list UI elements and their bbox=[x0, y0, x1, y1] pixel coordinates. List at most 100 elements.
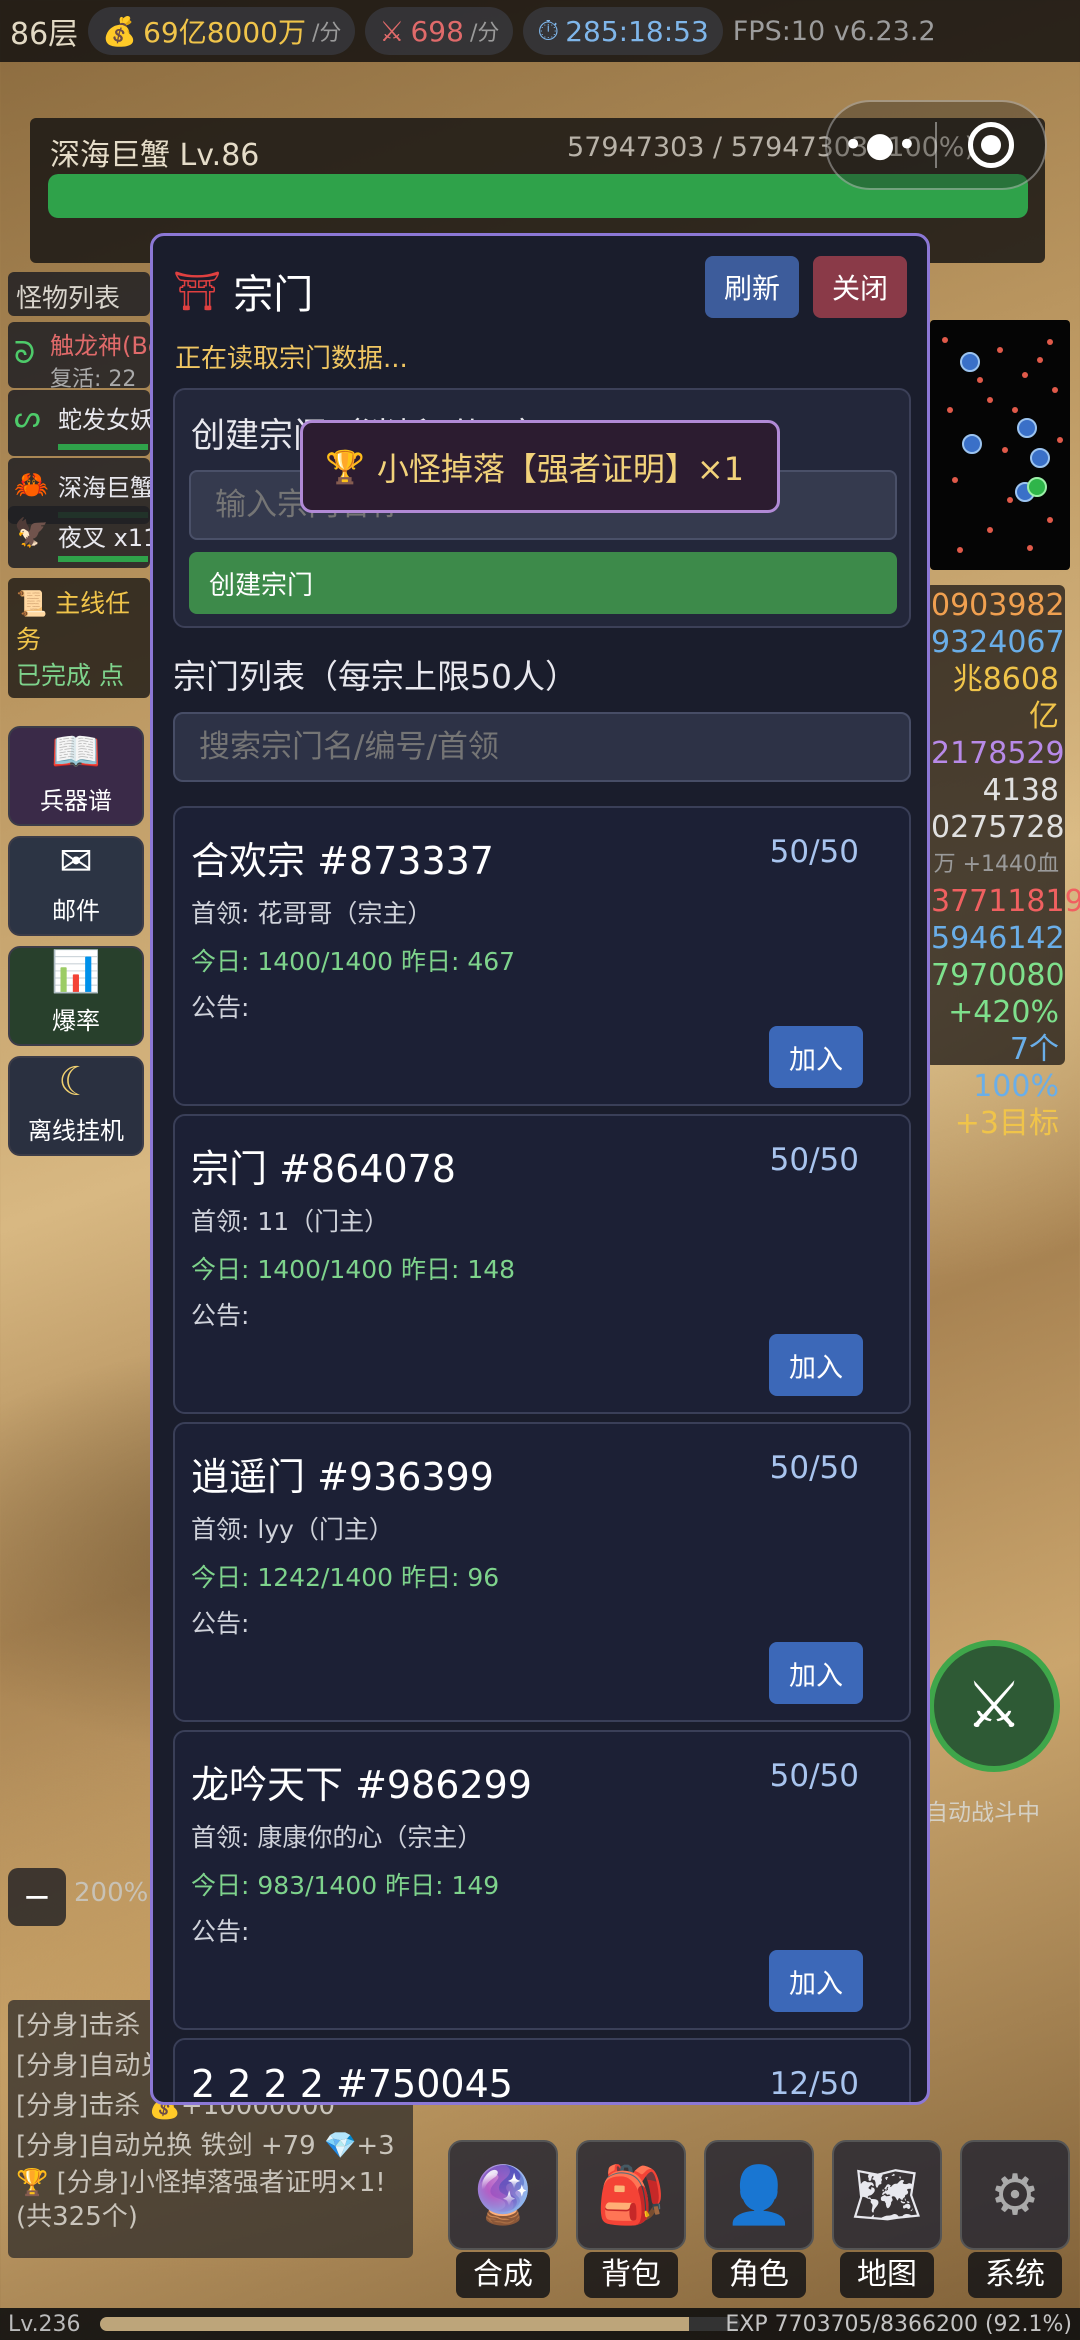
crab-icon: 🦀 bbox=[14, 468, 49, 501]
crystal-ball-icon: 🔮 bbox=[448, 2140, 558, 2250]
stat-value: 37711819 bbox=[931, 884, 1080, 919]
modal-title: ⛩ 宗门 bbox=[173, 262, 313, 320]
stat-value: 4138 bbox=[982, 773, 1059, 808]
nav-label: 合成 bbox=[456, 2252, 550, 2298]
monster-item[interactable]: 触龙神(Boss) 复活: 22 ᘐ bbox=[8, 322, 150, 388]
miniprogram-capsule[interactable]: •●• bbox=[825, 100, 1047, 190]
stat-value: 0275728 bbox=[931, 810, 1065, 845]
exp-fill bbox=[100, 2317, 690, 2331]
sect-member-count: 50/50 bbox=[769, 1450, 859, 1486]
nav-label: 角色 bbox=[712, 2252, 806, 2298]
play-time-value: 285:18:53 bbox=[565, 14, 709, 48]
close-miniprogram-button[interactable] bbox=[937, 122, 1045, 168]
money-bag-icon: 💰 bbox=[102, 14, 138, 48]
nav-backpack[interactable]: 🎒 背包 bbox=[576, 2140, 688, 2300]
drop-toast: 🏆 小怪掉落【强者证明】×1 bbox=[300, 420, 780, 513]
nav-map[interactable]: 🗺 地图 bbox=[832, 2140, 944, 2300]
drop-rate-label: 爆率 bbox=[52, 1007, 100, 1035]
gold-rate-unit: /分 bbox=[311, 21, 342, 46]
gold-rate-value: 69亿8000万 bbox=[143, 16, 306, 49]
player-stats-panel: 0903982 9324067 兆8608亿 2178529 4138 0275728 万 … bbox=[925, 585, 1080, 1141]
monster-item[interactable]: ᔕ 蛇发女妖 bbox=[8, 390, 150, 456]
modal-header: ⛩ 宗门 刷新 关闭 bbox=[173, 256, 907, 326]
nav-system[interactable]: ⚙ 系统 bbox=[960, 2140, 1072, 2300]
sect-member-count: 50/50 bbox=[769, 1758, 859, 1794]
sect-name: 宗门 #864078 bbox=[191, 1147, 456, 1191]
stat-value: 7个 100% bbox=[973, 1032, 1059, 1104]
sect-member-count: 50/50 bbox=[769, 1142, 859, 1178]
top-status-bar: 86层 💰 69亿8000万 /分 ⚔ 698 /分 ⏱ 285:18:53 F… bbox=[0, 0, 1080, 62]
nav-label: 系统 bbox=[968, 2252, 1062, 2298]
refresh-button[interactable]: 刷新 bbox=[705, 256, 799, 318]
sect-activity: 今日: 1242/1400 昨日: 96 bbox=[191, 1563, 500, 1592]
stat-value: 5946142 bbox=[931, 921, 1065, 956]
monster-list-label[interactable]: 怪物列表 bbox=[8, 272, 150, 316]
more-options-icon[interactable]: •●• bbox=[827, 125, 935, 165]
sect-member-count: 12/50 bbox=[769, 2066, 859, 2102]
nav-character[interactable]: 👤 角色 bbox=[704, 2140, 816, 2300]
sect-name: 龙吟天下 #986299 bbox=[191, 1763, 532, 1807]
mail-button[interactable]: ✉ 邮件 bbox=[8, 836, 144, 936]
backpack-icon: 🎒 bbox=[576, 2140, 686, 2250]
drop-rate-button[interactable]: 📊 爆率 bbox=[8, 946, 144, 1046]
sect-notice: 公告: bbox=[191, 1301, 250, 1330]
zoom-out-button[interactable]: − bbox=[8, 1868, 66, 1926]
join-sect-button[interactable]: 加入 bbox=[769, 1950, 863, 2012]
sect-card: 合欢宗 #873337 50/50 首领: 花哥哥（宗主） 今日: 1400/1400… bbox=[173, 806, 911, 1106]
sect-activity: 今日: 1400/1400 昨日: 148 bbox=[191, 1255, 516, 1284]
sect-modal: ⛩ 宗门 刷新 关闭 正在读取宗门数据... 创建宗门（消耗1仙玉） 创建宗门 … bbox=[150, 233, 930, 2105]
moon-icon: ☾ bbox=[58, 1059, 94, 1105]
join-sect-button[interactable]: 加入 bbox=[769, 1642, 863, 1704]
toast-text: 小怪掉落【强者证明】×1 bbox=[376, 449, 745, 488]
exp-bar: Lv.236 EXP 7703705/8366200 (92.1%) bbox=[0, 2308, 1080, 2340]
stat-value: 7970080 bbox=[931, 958, 1065, 993]
nav-label: 地图 bbox=[840, 2252, 934, 2298]
join-sect-button[interactable]: 加入 bbox=[769, 1026, 863, 1088]
minimap[interactable] bbox=[930, 320, 1070, 570]
stat-value: 2178529 bbox=[931, 736, 1065, 771]
sect-name: 逍遥门 #936399 bbox=[191, 1455, 494, 1499]
join-sect-button[interactable]: 加入 bbox=[769, 1334, 863, 1396]
create-sect-button[interactable]: 创建宗门 bbox=[189, 552, 897, 614]
sect-card: 龙吟天下 #986299 50/50 首领: 康康你的心（宗主） 今日: 983/14… bbox=[173, 1730, 911, 2030]
sect-card: 2 2 2 2 #75004512/50加入 bbox=[173, 2038, 911, 2102]
gold-rate-pill: 💰 69亿8000万 /分 bbox=[88, 7, 356, 55]
quest-status: 已完成 点击 bbox=[16, 661, 124, 698]
auto-fight-button[interactable]: ⚔ bbox=[928, 1640, 1060, 1772]
mail-icon: ✉ bbox=[59, 839, 93, 885]
exp-track bbox=[100, 2317, 740, 2331]
gear-icon: ⚙ bbox=[960, 2140, 1070, 2250]
monster-item[interactable]: 🦅 夜叉 x11 bbox=[8, 506, 150, 568]
nav-synthesis[interactable]: 🔮 合成 bbox=[448, 2140, 560, 2300]
stat-value: 兆8608亿 bbox=[952, 662, 1059, 734]
close-button[interactable]: 关闭 bbox=[813, 256, 907, 318]
zoom-level: 200% bbox=[74, 1878, 149, 1908]
modal-title-text: 宗门 bbox=[233, 272, 314, 318]
sect-activity: 今日: 983/1400 昨日: 149 bbox=[191, 1871, 500, 1900]
offline-idle-button[interactable]: ☾ 离线挂机 bbox=[8, 1056, 144, 1156]
dragon-icon: ᘐ bbox=[14, 336, 36, 371]
fps-version: FPS:10 v6.23.2 bbox=[732, 15, 936, 47]
mail-label: 邮件 bbox=[52, 897, 100, 925]
sect-search-input[interactable] bbox=[173, 712, 911, 782]
main-quest-panel[interactable]: 📜 主线任务 已完成 点击 层 bbox=[8, 578, 150, 698]
stat-value: 9324067 bbox=[931, 625, 1065, 660]
stat-value: +420% bbox=[948, 995, 1059, 1030]
weapon-codex-button[interactable]: 📖 兵器谱 bbox=[8, 726, 144, 826]
attack-rate-pill: ⚔ 698 /分 bbox=[365, 7, 514, 55]
sect-leader: 首领: 花哥哥（宗主） bbox=[191, 899, 433, 928]
snake-icon: ᔕ bbox=[14, 400, 41, 435]
sect-leader: 首领: 康康你的心（宗主） bbox=[191, 1823, 483, 1852]
crossed-swords-icon: ⚔ bbox=[965, 1669, 1023, 1743]
boss-name: 深海巨蟹 Lv.86 bbox=[50, 138, 260, 173]
quest-title: 📜 主线任务 bbox=[16, 589, 131, 654]
torii-gate-icon: ⛩ bbox=[173, 268, 222, 313]
sect-list-title: 宗门列表（每宗上限50人） bbox=[173, 657, 578, 696]
monster-hp-bar bbox=[58, 556, 148, 562]
sect-leader: 首领: 11（门主） bbox=[191, 1207, 390, 1236]
offline-idle-label: 离线挂机 bbox=[28, 1117, 124, 1145]
sect-card: 宗门 #864078 50/50 首领: 11（门主） 今日: 1400/1400 昨… bbox=[173, 1114, 911, 1414]
weapon-codex-label: 兵器谱 bbox=[40, 787, 112, 815]
exp-text: EXP 7703705/8366200 (92.1%) bbox=[725, 2312, 1072, 2337]
play-time-pill: ⏱ 285:18:53 bbox=[523, 7, 723, 55]
